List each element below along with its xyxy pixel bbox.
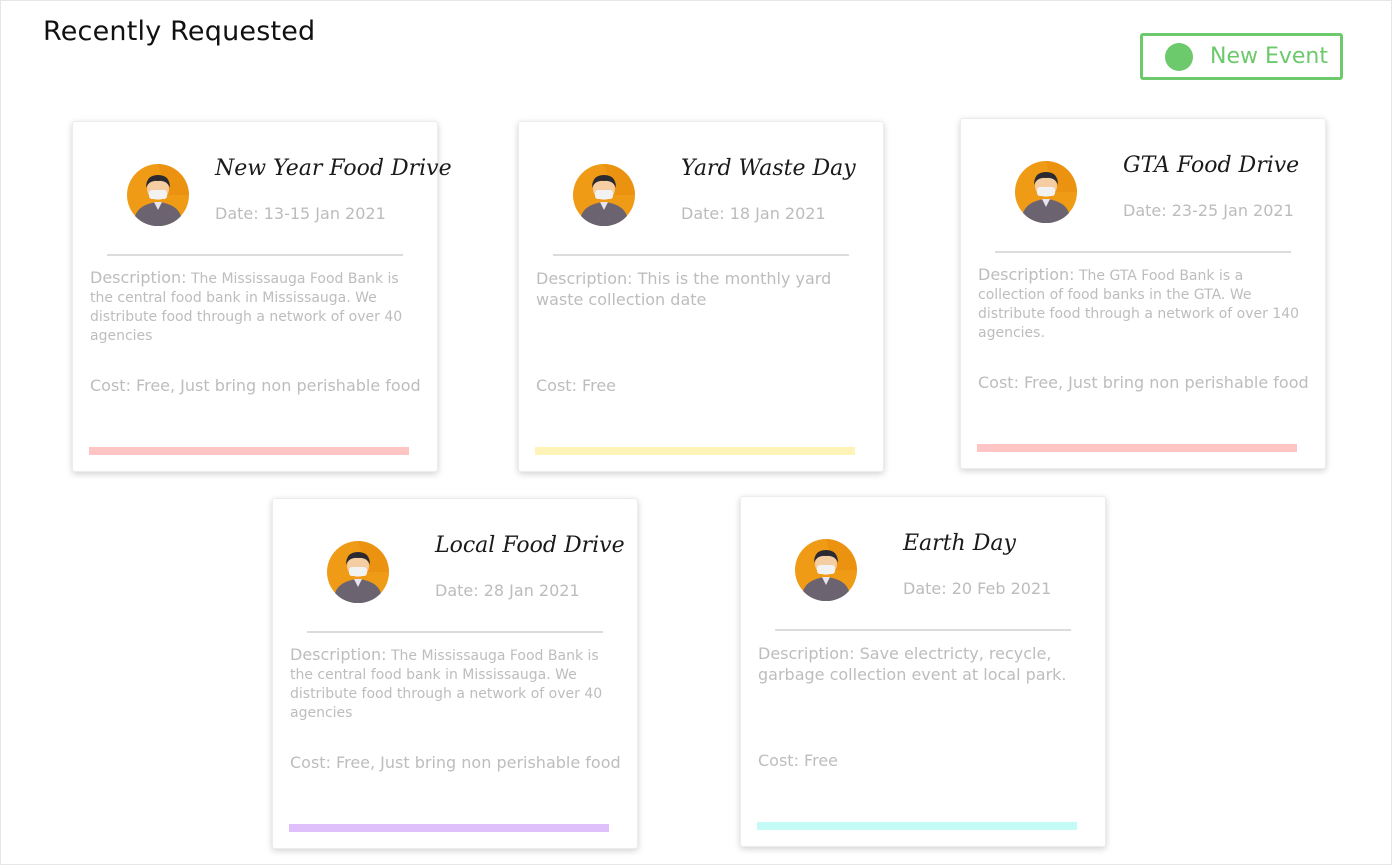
event-card[interactable]: GTA Food Drive Date: 23-25 Jan 2021 Desc… <box>960 118 1326 469</box>
color-bar <box>89 447 409 455</box>
event-date: Date: 18 Jan 2021 <box>681 204 826 223</box>
card-divider <box>775 629 1071 631</box>
event-description: Description: The GTA Food Bank is a coll… <box>978 265 1313 343</box>
event-cost: Cost: Free <box>536 376 616 395</box>
event-title: Earth Day <box>903 531 1016 556</box>
event-card[interactable]: New Year Food Drive Date: 13-15 Jan 2021… <box>72 121 452 472</box>
event-card[interactable]: Earth Day Date: 20 Feb 2021 Description:… <box>740 496 1106 847</box>
color-bar <box>535 447 855 455</box>
new-event-button[interactable]: New Event <box>1140 33 1343 80</box>
event-description: Description: This is the monthly yard wa… <box>536 268 871 310</box>
event-description: Description: The Mississauga Food Bank i… <box>90 268 425 346</box>
description-label: Description: <box>536 269 633 288</box>
event-date: Date: 13-15 Jan 2021 <box>215 204 386 223</box>
card-divider <box>107 254 403 256</box>
event-title: GTA Food Drive <box>1123 153 1300 178</box>
event-cost: Cost: Free, Just bring non perishable fo… <box>90 376 421 395</box>
event-card[interactable]: Yard Waste Day Date: 18 Jan 2021 Descrip… <box>518 121 884 472</box>
page-title: Recently Requested <box>43 16 316 47</box>
event-cost: Cost: Free, Just bring non perishable fo… <box>290 753 621 772</box>
event-cost: Cost: Free, Just bring non perishable fo… <box>978 373 1309 392</box>
event-date: Date: 20 Feb 2021 <box>903 579 1052 598</box>
description-label: Description: <box>978 265 1075 284</box>
event-title: New Year Food Drive <box>215 156 452 181</box>
event-title: Yard Waste Day <box>681 156 856 181</box>
event-description: Description: Save electricty, recycle, g… <box>758 643 1093 685</box>
card-divider <box>307 631 603 633</box>
card-divider <box>553 254 849 256</box>
new-event-label: New Event <box>1210 44 1329 69</box>
event-cost: Cost: Free <box>758 751 838 770</box>
green-dot-icon <box>1165 42 1193 71</box>
event-card[interactable]: Local Food Drive Date: 28 Jan 2021 Descr… <box>272 498 638 849</box>
masked-person-icon <box>327 541 389 603</box>
masked-person-icon <box>573 164 635 226</box>
color-bar <box>289 824 609 832</box>
description-label: Description: <box>90 268 187 287</box>
event-date: Date: 28 Jan 2021 <box>435 581 580 600</box>
event-title: Local Food Drive <box>435 533 625 558</box>
masked-person-icon <box>795 539 857 601</box>
description-label: Description: <box>758 644 855 663</box>
color-bar <box>757 822 1077 830</box>
event-description: Description: The Mississauga Food Bank i… <box>290 645 625 723</box>
description-label: Description: <box>290 645 387 664</box>
masked-person-icon <box>127 164 189 226</box>
card-divider <box>995 251 1291 253</box>
event-date: Date: 23-25 Jan 2021 <box>1123 201 1294 220</box>
masked-person-icon <box>1015 161 1077 223</box>
color-bar <box>977 444 1297 452</box>
